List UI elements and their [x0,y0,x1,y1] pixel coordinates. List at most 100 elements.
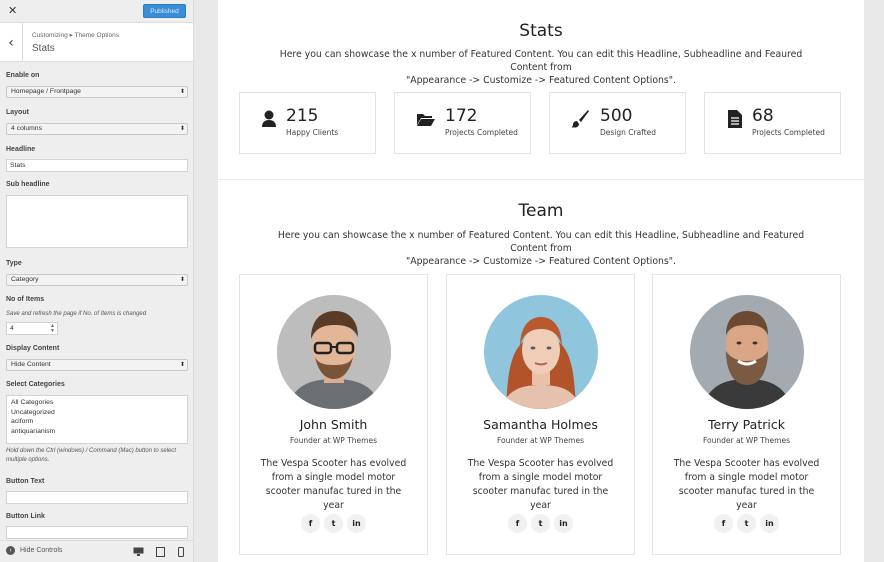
document-icon [726,109,746,129]
category-option[interactable]: antiquarianism [11,427,183,437]
team-description-line: "Appearance -> Customize -> Featured Con… [405,256,677,267]
select-arrows-icon: ⬍ [179,126,185,132]
no-of-items-input[interactable]: 4 ▲ ▼ [6,322,58,335]
select-categories-label: Select Categories [6,381,65,388]
team-member-card: Terry Patrick Founder at WP Themes The V… [652,274,841,555]
linkedin-icon[interactable]: in [347,514,366,533]
stat-value: 172 [445,106,478,126]
linkedin-icon[interactable]: in [554,514,573,533]
no-of-items-value: 4 [10,325,14,332]
member-role: Founder at WP Themes [702,436,790,445]
type-select[interactable]: Category ⬍ [6,274,188,286]
back-icon[interactable]: ‹ [0,23,23,62]
member-name: Samantha Holmes [483,417,598,432]
publish-button[interactable]: Published [143,4,186,18]
stat-value: 500 [600,106,633,126]
desktop-icon[interactable] [133,547,144,562]
category-option[interactable]: Uncategorized [11,408,183,418]
stat-card: 215 Happy Clients [239,92,376,154]
breadcrumb: Customizing ▸ Theme Options [32,32,119,39]
member-photo [690,295,804,409]
select-categories-list[interactable]: All Categories Uncategorized aciform ant… [6,395,188,444]
member-role: Founder at WP Themes [289,436,377,445]
member-bio: The Vespa Scooter has evolved from a sin… [673,458,820,511]
stat-caption: Happy Clients [286,128,339,137]
hide-controls-label: Hide Controls [20,547,63,554]
member-photo [277,295,391,409]
stats-description-line: Here you can showcase the x number of Fe… [279,49,803,73]
stat-card: 68 Projects Completed [704,92,841,154]
twitter-icon[interactable]: t [531,514,550,533]
stat-value: 215 [286,106,319,126]
select-arrows-icon: ⬍ [179,89,185,95]
social-links: f t in [653,514,840,533]
close-icon[interactable]: ✕ [8,4,17,17]
member-name: Terry Patrick [708,417,785,432]
stats-description-line: "Appearance -> Customize -> Featured Con… [405,75,677,86]
sub-headline-textarea[interactable] [6,195,188,248]
member-bio: The Vespa Scooter has evolved from a sin… [467,458,614,511]
social-links: f t in [240,514,427,533]
folder-open-icon [416,109,436,129]
display-content-select[interactable]: Hide Content ⬍ [6,359,188,371]
team-description-line: Here you can showcase the x number of Fe… [277,230,805,254]
layout-select[interactable]: 4 columns ⬍ [6,123,188,135]
headline-label: Headline [6,146,36,153]
stats-description: Here you can showcase the x number of Fe… [273,48,809,87]
team-description: Here you can showcase the x number of Fe… [273,229,809,268]
tablet-icon[interactable] [156,547,165,560]
team-member-card: John Smith Founder at WP Themes The Vesp… [239,274,428,555]
category-option[interactable]: All Categories [11,398,183,408]
select-categories-note: Hold down the Ctrl (windows) / Command (… [6,448,177,463]
stat-caption: Projects Completed [445,128,518,137]
facebook-icon[interactable]: f [508,514,527,533]
collapse-icon: ‹ [6,546,15,555]
enable-on-label: Enable on [6,72,40,79]
preview-right-gutter [864,0,884,562]
twitter-icon[interactable]: t [737,514,756,533]
linkedin-icon[interactable]: in [760,514,779,533]
member-name: John Smith [299,417,368,432]
stat-value: 68 [752,106,774,126]
customizer-panel: ✕ Published ‹ Customizing ▸ Theme Option… [0,0,194,562]
category-option[interactable]: aciform [11,417,183,427]
stat-card: 172 Projects Completed [394,92,531,154]
headline-input[interactable]: Stats [6,159,188,172]
section-header: ‹ Customizing ▸ Theme Options Stats [0,23,193,62]
member-role: Founder at WP Themes [496,436,584,445]
stat-card: 500 Design Crafted [549,92,686,154]
hide-controls-button[interactable]: ‹ Hide Controls [6,546,62,555]
sub-headline-label: Sub headline [6,181,50,188]
section-title: Stats [32,43,55,54]
customizer-footer: ‹ Hide Controls [0,540,193,562]
mobile-icon[interactable] [178,547,184,560]
member-bio: The Vespa Scooter has evolved from a sin… [260,458,407,511]
enable-on-select[interactable]: Homepage / Frontpage ⬍ [6,86,188,98]
site-preview: Stats Here you can showcase the x number… [218,0,864,562]
stepper-icon[interactable]: ▲ ▼ [50,324,55,334]
twitter-icon[interactable]: t [324,514,343,533]
facebook-icon[interactable]: f [714,514,733,533]
button-link-input[interactable] [6,526,188,539]
user-icon [260,109,280,129]
social-links: f t in [447,514,634,533]
select-arrows-icon: ⬍ [179,277,185,283]
paint-brush-icon [570,109,590,129]
customizer-header: ✕ Published [0,0,193,23]
no-of-items-note: Save and refresh the page if No. of Item… [6,311,147,317]
button-text-label: Button Text [6,478,45,485]
select-arrows-icon: ⬍ [179,362,185,368]
member-photo [484,295,598,409]
stat-caption: Design Crafted [600,128,657,137]
button-text-input[interactable] [6,491,188,504]
team-title: Team [518,201,564,221]
stat-caption: Projects Completed [752,128,825,137]
enable-on-value: Homepage / Frontpage [11,88,81,95]
facebook-icon[interactable]: f [301,514,320,533]
section-divider [218,179,864,180]
no-of-items-label: No of Items [6,296,45,303]
stats-title: Stats [519,21,563,41]
layout-value: 4 columns [11,125,42,132]
type-label: Type [6,260,22,267]
layout-label: Layout [6,109,29,116]
